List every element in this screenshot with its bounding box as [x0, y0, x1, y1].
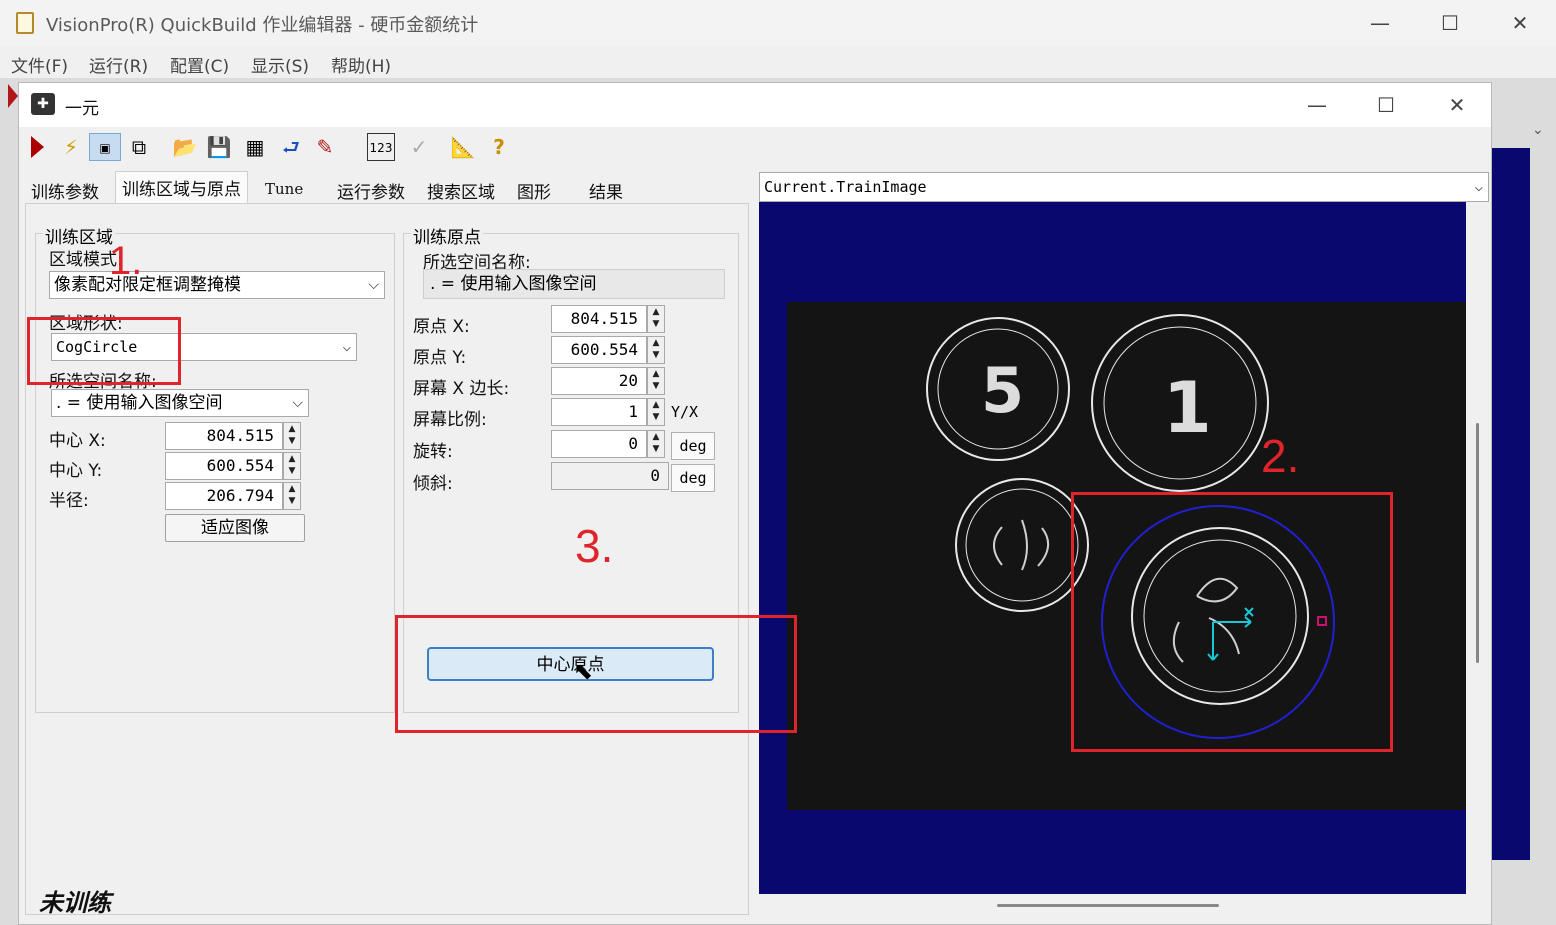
outer-window-title: VisionPro(R) QuickBuild 作业编辑器 - 硬币金额统计 [46, 15, 479, 36]
import-icon[interactable]: ▦ [241, 133, 269, 161]
brush-icon[interactable]: ✎ [311, 133, 339, 161]
reset-icon[interactable]: ⮐ [277, 133, 305, 161]
scroll-indicator [997, 904, 1219, 907]
chevron-down-icon: ⌵ [342, 339, 351, 355]
tab-strip: 训练参数 训练区域与原点 Tune 运行参数 搜索区域 图形 结果 [25, 171, 745, 203]
display-toggle-icon[interactable]: ▣ [89, 133, 121, 161]
inner-close-button[interactable]: ✕ [1422, 83, 1492, 127]
tab-tune[interactable]: Tune [265, 175, 303, 203]
image-selector-value: Current.TrainImage [764, 178, 927, 196]
region-mode-value: 像素配对限定框调整掩模 [54, 275, 241, 295]
background-display-window [1492, 148, 1530, 860]
skew-label: 倾斜: [413, 474, 453, 494]
skew-unit-button[interactable]: deg [671, 464, 715, 492]
save-icon[interactable]: 💾 [205, 133, 233, 161]
inner-maximize-button[interactable]: ☐ [1351, 83, 1421, 127]
open-folder-icon[interactable]: 📂 [171, 133, 199, 161]
coin-5-numeral: 5 [981, 354, 1024, 427]
tab-graphics[interactable]: 图形 [517, 175, 551, 203]
chevron-down-icon: ⌵ [1474, 179, 1483, 195]
screen-x-input[interactable]: 20 [551, 367, 647, 395]
tab-train-region-origin[interactable]: 训练区域与原点 [115, 171, 248, 203]
center-y-input[interactable]: 600.554 [165, 452, 283, 480]
radius-input[interactable]: 206.794 [165, 482, 283, 510]
rotate-unit-button[interactable]: deg [671, 432, 715, 460]
screen-x-spinner[interactable]: ▲ ▼ [647, 367, 665, 395]
menu-config[interactable]: 配置(C) [170, 52, 229, 77]
display-scrollbar[interactable] [1476, 423, 1479, 663]
inner-window-title: 一元 [65, 99, 99, 119]
annotation-box-3 [395, 615, 797, 733]
menu-run[interactable]: 运行(R) [89, 52, 148, 77]
screen-ratio-input[interactable]: 1 [551, 398, 647, 426]
center-y-spinner[interactable]: ▲ ▼ [283, 452, 301, 480]
help-icon[interactable]: ? [485, 133, 513, 161]
tab-search-region[interactable]: 搜索区域 [427, 175, 495, 203]
menu-bar: 文件(F) 运行(R) 配置(C) 显示(S) 帮助(H) [0, 46, 1556, 78]
display-bottom-band [759, 811, 1466, 894]
screen-ratio-spinner[interactable]: ▲ ▼ [647, 398, 665, 426]
background-panel-chevron-icon: ⌄ [1532, 122, 1544, 138]
tab-run-params[interactable]: 运行参数 [337, 175, 405, 203]
graph-icon[interactable]: ✓ [405, 133, 433, 161]
rotate-spinner[interactable]: ▲ ▼ [647, 430, 665, 458]
outer-minimize-button[interactable]: — [1345, 0, 1415, 46]
outer-close-button[interactable]: ✕ [1485, 0, 1555, 46]
inner-window: ✚ 一元 — ☐ ✕ ⚡ ▣ ⧉ 📂 💾 ▦ ⮐ ✎ 123 ✓ 📐 ? 训练参… [18, 82, 1492, 925]
center-y-label: 中心 Y: [49, 461, 103, 481]
region-space-combo[interactable]: . = 使用输入图像空间 ⌵ [51, 389, 309, 417]
radius-spinner[interactable]: ▲ ▼ [283, 482, 301, 510]
fit-image-button[interactable]: 适应图像 [165, 514, 305, 542]
origin-x-label: 原点 X: [413, 317, 470, 337]
train-origin-title: 训练原点 [411, 223, 483, 248]
chevron-down-icon: ⌵ [368, 277, 379, 293]
rotate-input[interactable]: 0 [551, 430, 647, 458]
inner-minimize-button[interactable]: — [1282, 83, 1352, 127]
numeric-icon[interactable]: 123 [367, 133, 395, 161]
origin-y-input[interactable]: 600.554 [551, 336, 647, 364]
copy-window-icon[interactable]: ⧉ [125, 133, 153, 161]
annotation-label-2: 2. [1261, 430, 1300, 482]
coin-1-numeral: 1 [1163, 367, 1212, 449]
ratio-unit-label: Y/X [671, 403, 699, 421]
screen-x-label: 屏幕 X 边长: [413, 379, 510, 399]
skew-input: 0 [551, 462, 669, 490]
annotation-box-1 [27, 317, 181, 385]
chevron-down-icon: ⌵ [292, 395, 303, 411]
inner-title-bar: ✚ 一元 — ☐ ✕ [19, 83, 1491, 127]
origin-y-label: 原点 Y: [413, 348, 467, 368]
image-selector-combo[interactable]: Current.TrainImage ⌵ [759, 172, 1489, 202]
train-status-text: 未训练 [39, 889, 111, 917]
menu-file[interactable]: 文件(F) [11, 52, 68, 77]
region-mode-combo[interactable]: 像素配对限定框调整掩模 ⌵ [49, 271, 385, 299]
rotate-label: 旋转: [413, 442, 453, 462]
annotation-box-2 [1071, 492, 1393, 752]
ruler-icon[interactable]: 📐 [449, 133, 477, 161]
origin-y-spinner[interactable]: ▲ ▼ [647, 336, 665, 364]
center-x-label: 中心 X: [49, 431, 106, 451]
origin-x-input[interactable]: 804.515 [551, 305, 647, 333]
outer-title-bar: VisionPro(R) QuickBuild 作业编辑器 - 硬币金额统计 —… [0, 0, 1556, 46]
origin-x-spinner[interactable]: ▲ ▼ [647, 305, 665, 333]
app-icon [16, 12, 34, 34]
center-x-spinner[interactable]: ▲ ▼ [283, 422, 301, 450]
tab-results[interactable]: 结果 [589, 175, 623, 203]
train-lightning-icon[interactable]: ⚡ [57, 133, 85, 161]
background-run-icon [8, 84, 18, 108]
annotation-label-3: 3. [575, 520, 614, 572]
radius-label: 半径: [49, 491, 89, 511]
screen-ratio-label: 屏幕比例: [413, 410, 487, 430]
run-icon[interactable] [25, 133, 53, 161]
region-space-value: . = 使用输入图像空间 [56, 393, 223, 413]
annotation-label-1: 1. [109, 239, 143, 283]
origin-space-value: . = 使用输入图像空间 [423, 269, 725, 299]
tool-icon: ✚ [31, 93, 55, 115]
menu-help[interactable]: 帮助(H) [331, 52, 391, 77]
outer-maximize-button[interactable]: ☐ [1415, 0, 1485, 46]
tab-train-params[interactable]: 训练参数 [31, 175, 99, 203]
center-x-input[interactable]: 804.515 [165, 422, 283, 450]
menu-display[interactable]: 显示(S) [251, 52, 309, 77]
